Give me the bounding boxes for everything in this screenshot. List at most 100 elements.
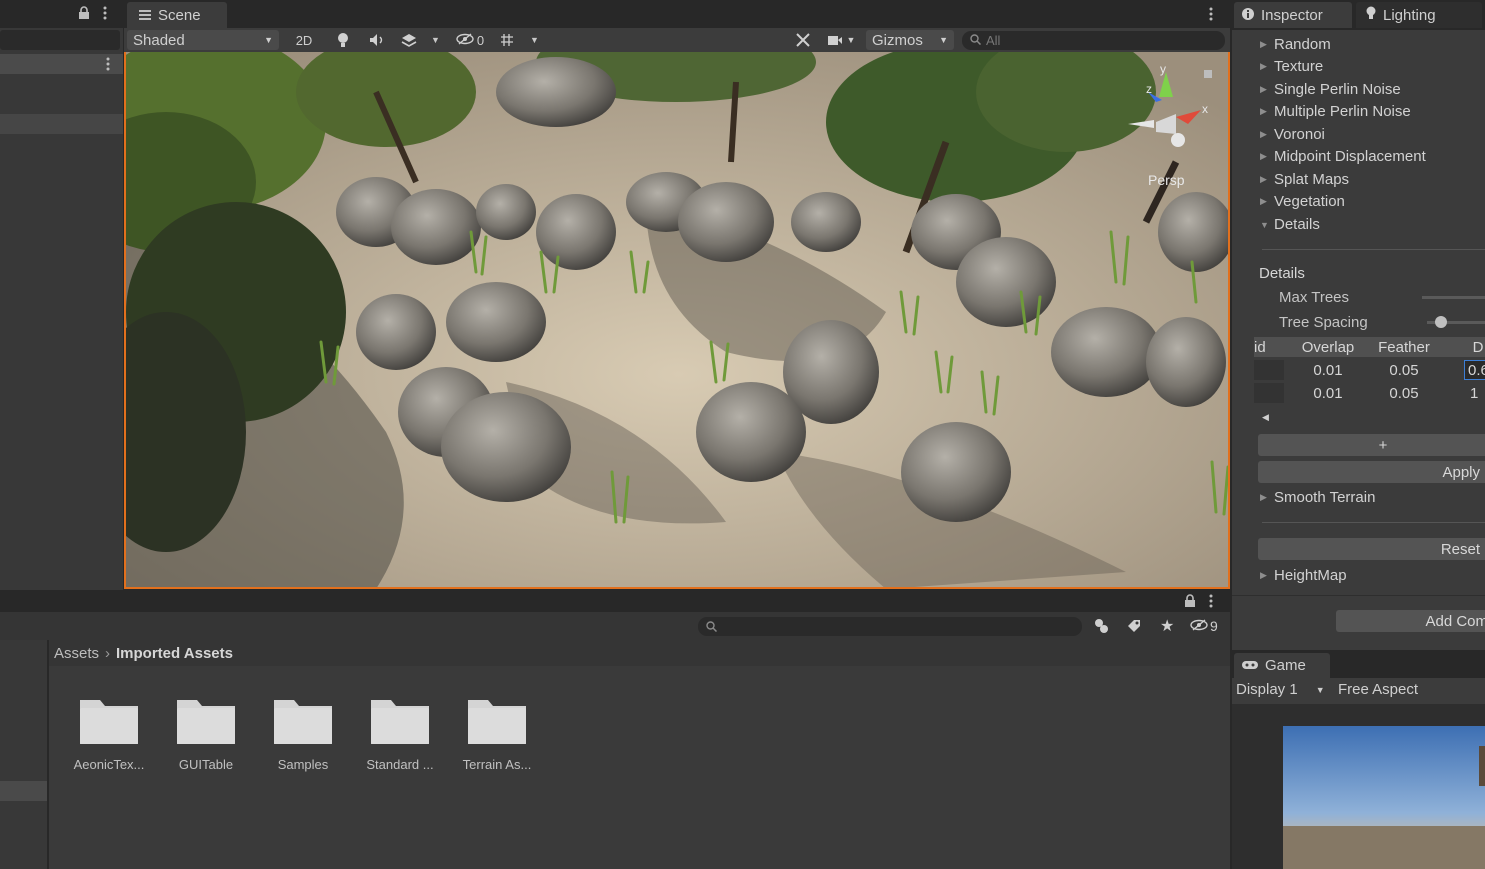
scene-viewport[interactable]: y x z Persp — [124, 52, 1230, 589]
tab-lighting-label: Lighting — [1383, 6, 1436, 24]
folder-icon — [274, 700, 332, 744]
add-row-button[interactable]: + — [1258, 434, 1485, 456]
display-dropdown[interactable]: Display 1 ▼ — [1236, 681, 1325, 698]
scene-grid-icon — [139, 7, 151, 24]
triangle-right-icon: ▶ — [1260, 84, 1267, 94]
breadcrumb-assets[interactable]: Assets — [54, 645, 99, 662]
foldout-label: Midpoint Displacement — [1274, 148, 1426, 165]
add-component-button[interactable]: Add Com — [1336, 610, 1485, 632]
table-cell[interactable]: 0.6 — [1464, 360, 1485, 380]
reset-button[interactable]: Reset — [1258, 538, 1485, 560]
foldout-smooth-terrain[interactable]: ▶ Smooth Terrain — [1260, 489, 1375, 506]
tools-icon[interactable] — [790, 30, 816, 50]
foldout-midpoint[interactable]: ▶ Midpoint Displacement — [1260, 148, 1426, 165]
folder-tree-row[interactable] — [0, 781, 47, 801]
aspect-dropdown[interactable]: Free Aspect — [1338, 681, 1418, 698]
chevron-down-icon[interactable]: ▼ — [530, 35, 539, 45]
hidden-objects-button[interactable]: 0 — [450, 30, 490, 50]
tree-spacing-slider[interactable] — [1427, 316, 1485, 328]
shading-mode-dropdown[interactable]: Shaded ▼ — [127, 30, 279, 50]
audio-icon[interactable] — [364, 30, 390, 50]
foldout-single-perlin[interactable]: ▶ Single Perlin Noise — [1260, 81, 1401, 98]
star-icon[interactable]: ★ — [1160, 616, 1174, 636]
project-hidden-button[interactable]: 9 — [1190, 618, 1218, 634]
foldout-label: HeightMap — [1274, 567, 1347, 584]
foldout-voronoi[interactable]: ▶ Voronoi — [1260, 126, 1325, 143]
hierarchy-search-input[interactable] — [0, 30, 120, 50]
table-cell[interactable]: 0.05 — [1368, 383, 1440, 403]
more-icon[interactable] — [1209, 594, 1213, 611]
apply-button[interactable]: Apply — [1258, 461, 1485, 483]
table-row[interactable]: 0.01 0.05 1 — [1254, 383, 1485, 403]
table-cell[interactable]: 0.01 — [1292, 360, 1364, 380]
project-search-input[interactable] — [698, 617, 1082, 636]
more-icon[interactable] — [103, 6, 109, 20]
table-cell — [1254, 360, 1284, 380]
more-icon[interactable] — [106, 57, 110, 74]
slider-thumb[interactable] — [1435, 316, 1447, 328]
project-tabbar — [0, 590, 1230, 612]
foldout-details[interactable]: ▼ Details — [1260, 216, 1320, 233]
table-cell[interactable]: 0.01 — [1292, 383, 1364, 403]
apply-label: Apply — [1442, 463, 1480, 481]
foldout-splat-maps[interactable]: ▶ Splat Maps — [1260, 171, 1349, 188]
camera-icon[interactable]: ▼ — [822, 30, 860, 50]
label-icon[interactable] — [1126, 618, 1142, 637]
tab-game[interactable]: Game — [1234, 653, 1330, 678]
gizmos-dropdown[interactable]: Gizmos ▼ — [866, 30, 954, 50]
game-view[interactable] — [1232, 704, 1485, 869]
effects-icon[interactable] — [396, 30, 422, 50]
projection-label[interactable]: Persp — [1148, 172, 1185, 188]
foldout-multiple-perlin[interactable]: ▶ Multiple Perlin Noise — [1260, 103, 1411, 120]
foldout-heightmap[interactable]: ▶ HeightMap — [1260, 567, 1347, 584]
table-cell — [1254, 383, 1284, 403]
gizmo-icon[interactable] — [1093, 618, 1109, 637]
game-icon — [1242, 657, 1258, 674]
tab-scene[interactable]: Scene — [127, 2, 227, 28]
table-row[interactable]: 0.01 0.05 0.6 — [1254, 360, 1485, 380]
add-row-label: + — [1378, 436, 1388, 454]
tab-game-label: Game — [1265, 657, 1306, 674]
col-header: D — [1472, 338, 1484, 356]
tab-inspector[interactable]: Inspector — [1234, 2, 1352, 28]
hidden-count: 0 — [476, 32, 485, 48]
foldout-label: Details — [1274, 216, 1320, 233]
folder-item[interactable]: AeonicTex... — [69, 692, 149, 772]
chevron-down-icon: ▼ — [264, 35, 273, 45]
folder-label: AeonicTex... — [73, 757, 145, 772]
hidden-icon — [456, 32, 474, 48]
max-trees-slider[interactable] — [1422, 296, 1485, 299]
more-icon[interactable] — [1209, 7, 1213, 24]
shading-mode-label: Shaded — [133, 31, 185, 49]
hierarchy-row[interactable] — [0, 114, 123, 134]
foldout-random[interactable]: ▶ Random — [1260, 36, 1331, 53]
triangle-right-icon: ▶ — [1260, 151, 1267, 161]
axis-x-label: x — [1202, 102, 1208, 116]
table-cell[interactable]: 1 — [1464, 383, 1485, 403]
breadcrumb-current[interactable]: Imported Assets — [116, 645, 233, 662]
folder-item[interactable]: Samples — [263, 692, 343, 772]
tab-scene-label: Scene — [158, 6, 201, 24]
table-cell[interactable]: 0.05 — [1368, 360, 1440, 380]
col-header: id — [1254, 338, 1266, 356]
scene-tabbar: Scene — [124, 0, 1230, 28]
scroll-left-icon[interactable]: ◀ — [1262, 412, 1269, 423]
2d-toggle-button[interactable]: 2D — [290, 30, 318, 50]
foldout-vegetation[interactable]: ▶ Vegetation — [1260, 193, 1345, 210]
folder-item[interactable]: GUITable — [166, 692, 246, 772]
tab-lighting[interactable]: Lighting — [1356, 2, 1482, 28]
scene-search-input[interactable]: All — [962, 31, 1225, 50]
folder-item[interactable]: Standard ... — [360, 692, 440, 772]
add-component-label: Add Com — [1425, 612, 1485, 630]
lock-icon[interactable] — [78, 6, 90, 20]
chevron-down-icon[interactable]: ▼ — [431, 35, 440, 45]
game-toolbar: Display 1 ▼ Free Aspect — [1232, 678, 1485, 704]
foldout-texture[interactable]: ▶ Texture — [1260, 58, 1323, 75]
light-icon[interactable] — [330, 30, 356, 50]
folder-item[interactable]: Terrain As... — [457, 692, 537, 772]
hierarchy-row[interactable] — [0, 54, 123, 74]
lock-icon[interactable] — [1184, 594, 1196, 611]
grid-icon[interactable] — [494, 30, 520, 50]
gizmos-label: Gizmos — [872, 31, 923, 49]
details-header: Details — [1259, 265, 1305, 282]
